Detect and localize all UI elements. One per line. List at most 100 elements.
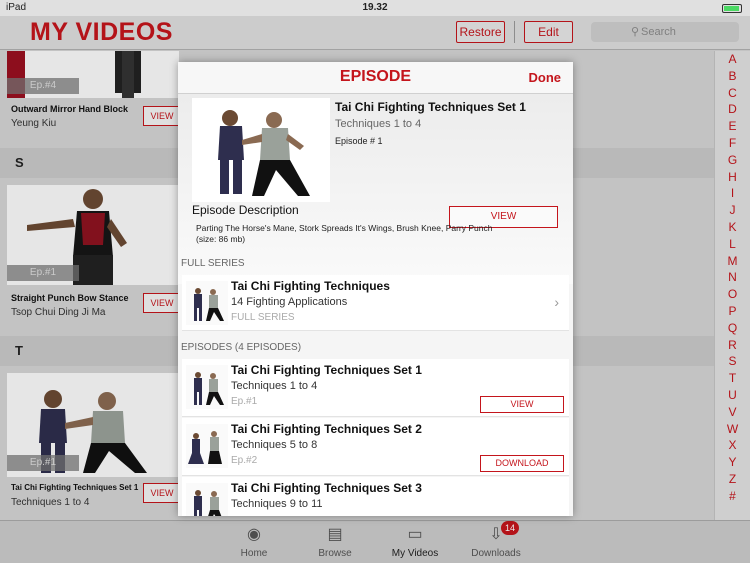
episode-thumbnail bbox=[192, 98, 330, 202]
full-series-row[interactable]: Tai Chi Fighting Techniques 14 Fighting … bbox=[182, 275, 569, 331]
tab-home[interactable]: ◉ Home bbox=[214, 524, 294, 559]
episode-modal: EPISODE Done Tai Chi Fighting Techniques… bbox=[178, 62, 573, 516]
clock: 19.32 bbox=[362, 2, 388, 13]
tab-label: Home bbox=[240, 548, 268, 559]
episode-download-button[interactable]: DOWNLOAD bbox=[480, 455, 564, 472]
search-placeholder: Search bbox=[641, 26, 676, 38]
description-size: (size: 86 mb) bbox=[196, 234, 246, 244]
tab-label: My Videos bbox=[391, 548, 439, 559]
tab-downloads[interactable]: ⇩ Downloads 14 bbox=[456, 521, 536, 559]
video-subtitle: Techniques 1 to 4 bbox=[11, 497, 90, 508]
episode-row-subtitle: Techniques 9 to 11 bbox=[231, 498, 323, 510]
my-videos-icon: ▭ bbox=[407, 526, 423, 543]
description-heading: Episode Description bbox=[192, 203, 299, 217]
series-subtitle: 14 Fighting Applications bbox=[231, 296, 348, 308]
episode-row-thumbnail bbox=[186, 483, 228, 516]
full-series-heading: FULL SERIES bbox=[181, 258, 245, 269]
index-letter[interactable]: F bbox=[715, 135, 750, 152]
index-letter[interactable]: G bbox=[715, 152, 750, 169]
index-letter[interactable]: K bbox=[715, 219, 750, 236]
index-letter[interactable]: B bbox=[715, 68, 750, 85]
episode-row[interactable]: Tai Chi Fighting Techniques Set 3 Techni… bbox=[182, 477, 569, 516]
view-button[interactable]: VIEW bbox=[143, 483, 181, 503]
episode-row-subtitle: Techniques 5 to 8 bbox=[231, 439, 318, 451]
episode-badge: Ep.#1 bbox=[7, 265, 79, 281]
alphabet-index[interactable]: A B C D E F G H I J K L M N O P Q R S T U V W X Y Z # bbox=[714, 51, 750, 520]
modal-title: EPISODE bbox=[339, 68, 412, 85]
episode-row[interactable]: Tai Chi Fighting Techniques Set 2 Techni… bbox=[182, 418, 569, 476]
header-divider bbox=[514, 21, 515, 43]
index-letter[interactable]: X bbox=[715, 437, 750, 454]
tab-bar: ◉ Home ▤ Browse ▭ My Videos ⇩ Downloads … bbox=[0, 520, 750, 563]
tab-label: Downloads bbox=[471, 548, 521, 559]
index-letter[interactable]: R bbox=[715, 337, 750, 354]
index-letter[interactable]: O bbox=[715, 286, 750, 303]
video-title: Straight Punch Bow Stance bbox=[11, 293, 129, 303]
video-title: Outward Mirror Hand Block bbox=[11, 104, 129, 114]
video-card[interactable]: Ep.#1 Tai Chi Fighting Techniques Set 1 … bbox=[7, 373, 181, 513]
view-button[interactable]: VIEW bbox=[143, 293, 181, 313]
episode-row-title: Tai Chi Fighting Techniques Set 2 bbox=[231, 422, 422, 436]
index-letter[interactable]: S bbox=[715, 353, 750, 370]
tab-label: Browse bbox=[318, 548, 352, 559]
index-letter[interactable]: I bbox=[715, 185, 750, 202]
index-letter[interactable]: J bbox=[715, 202, 750, 219]
episode-row-number: Ep.#1 bbox=[231, 396, 258, 407]
index-letter[interactable]: V bbox=[715, 404, 750, 421]
episode-row-thumbnail bbox=[186, 365, 228, 409]
episodes-heading: EPISODES (4 EPISODES) bbox=[181, 342, 302, 353]
index-letter[interactable]: W bbox=[715, 421, 750, 438]
index-letter[interactable]: A bbox=[715, 51, 750, 68]
video-card[interactable]: Ep.#1 Straight Punch Bow Stance Tsop Chu… bbox=[7, 185, 181, 321]
index-letter[interactable]: H bbox=[715, 169, 750, 186]
episode-title: Tai Chi Fighting Techniques Set 1 bbox=[335, 100, 526, 114]
downloads-badge: 14 bbox=[501, 521, 519, 535]
search-icon: ⚲ bbox=[631, 26, 640, 38]
episode-row[interactable]: Tai Chi Fighting Techniques Set 1 Techni… bbox=[182, 359, 569, 417]
index-letter[interactable]: P bbox=[715, 303, 750, 320]
header: MY VIDEOS Restore Edit ⚲ Search bbox=[0, 16, 750, 50]
tab-browse[interactable]: ▤ Browse bbox=[295, 524, 375, 559]
index-letter[interactable]: E bbox=[715, 118, 750, 135]
index-letter[interactable]: T bbox=[715, 370, 750, 387]
index-letter[interactable]: L bbox=[715, 236, 750, 253]
episode-badge: Ep.#1 bbox=[7, 455, 79, 471]
episode-badge: Ep.#4 bbox=[7, 78, 79, 94]
series-thumbnail bbox=[186, 281, 228, 325]
index-letter[interactable]: C bbox=[715, 85, 750, 102]
episode-row-subtitle: Techniques 1 to 4 bbox=[231, 380, 318, 392]
episode-row-title: Tai Chi Fighting Techniques Set 1 bbox=[231, 363, 422, 377]
index-letter[interactable]: # bbox=[715, 488, 750, 505]
index-letter[interactable]: U bbox=[715, 387, 750, 404]
index-letter[interactable]: Y bbox=[715, 454, 750, 471]
tab-my-videos[interactable]: ▭ My Videos bbox=[375, 524, 455, 559]
battery-icon bbox=[722, 4, 742, 13]
episode-subtitle: Techniques 1 to 4 bbox=[335, 118, 422, 130]
section-letter: T bbox=[15, 343, 23, 358]
video-subtitle: Yeung Kiu bbox=[11, 118, 57, 129]
series-tag: FULL SERIES bbox=[231, 312, 295, 323]
description-text: Parting The Horse's Mane, Stork Spreads … bbox=[196, 223, 493, 233]
video-title: Tai Chi Fighting Techniques Set 1 bbox=[11, 483, 139, 492]
episode-view-button[interactable]: VIEW bbox=[480, 396, 564, 413]
view-button[interactable]: VIEW bbox=[143, 106, 181, 126]
episode-row-title: Tai Chi Fighting Techniques Set 3 bbox=[231, 481, 422, 495]
series-title: Tai Chi Fighting Techniques bbox=[231, 279, 390, 293]
chevron-right-icon: › bbox=[554, 294, 559, 310]
index-letter[interactable]: N bbox=[715, 269, 750, 286]
page-title: MY VIDEOS bbox=[30, 18, 173, 46]
edit-button[interactable]: Edit bbox=[524, 21, 573, 43]
restore-button[interactable]: Restore bbox=[456, 21, 505, 43]
done-button[interactable]: Done bbox=[529, 70, 562, 85]
video-card[interactable]: Ep.#4 Outward Mirror Hand Block Yeung Ki… bbox=[7, 51, 181, 131]
home-icon: ◉ bbox=[247, 526, 261, 543]
index-letter[interactable]: D bbox=[715, 101, 750, 118]
index-letter[interactable]: Q bbox=[715, 320, 750, 337]
index-letter[interactable]: M bbox=[715, 253, 750, 270]
browse-icon: ▤ bbox=[327, 526, 343, 543]
search-input[interactable]: ⚲ Search bbox=[591, 22, 739, 42]
modal-header: EPISODE Done bbox=[178, 62, 573, 94]
index-letter[interactable]: Z bbox=[715, 471, 750, 488]
episode-row-number: Ep.#2 bbox=[231, 455, 258, 466]
section-letter: S bbox=[15, 155, 24, 170]
